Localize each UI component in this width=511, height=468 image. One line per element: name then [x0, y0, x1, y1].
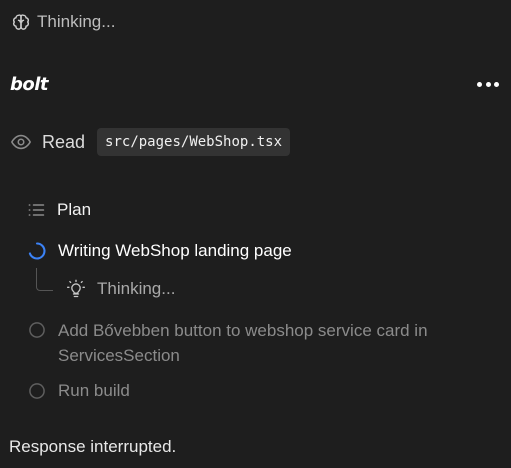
read-label: Read — [42, 131, 86, 152]
circle-icon — [27, 381, 47, 401]
subtask-thinking: Thinking... — [66, 277, 175, 301]
more-horizontal-icon-dot — [477, 81, 482, 87]
subtask-label: Thinking... — [97, 279, 176, 298]
task-item-add-button: Add Bővebben button to webshop service c… — [27, 318, 497, 368]
task-label: Run build — [58, 381, 130, 400]
lightbulb-icon — [66, 279, 86, 299]
more-horizontal-icon-dot — [494, 81, 499, 87]
eye-icon — [10, 131, 32, 153]
task-item-run-build: Run build — [27, 379, 130, 403]
more-options-button[interactable] — [477, 78, 499, 90]
spinner-icon — [27, 241, 47, 261]
thinking-label: Thinking... — [37, 12, 116, 31]
brain-icon — [10, 11, 32, 33]
read-file-path[interactable]: src/pages/WebShop.tsx — [97, 128, 291, 156]
task-item-writing-webshop: Writing WebShop landing page — [27, 239, 292, 263]
task-label: Add Bővebben button to webshop service c… — [58, 321, 428, 365]
list-icon — [26, 200, 46, 220]
plan-label: Plan — [57, 200, 92, 219]
circle-icon — [27, 320, 47, 340]
more-horizontal-icon-dot — [485, 81, 491, 87]
subtask-connector — [36, 268, 53, 291]
plan-header[interactable]: Plan — [26, 198, 91, 222]
thinking-header[interactable]: Thinking... — [10, 10, 115, 34]
task-label: Writing WebShop landing page — [58, 241, 292, 260]
bolt-logo: bolt — [10, 73, 49, 95]
read-action-row: Read src/pages/WebShop.tsx — [10, 127, 291, 157]
response-status: Response interrupted. — [9, 437, 177, 456]
